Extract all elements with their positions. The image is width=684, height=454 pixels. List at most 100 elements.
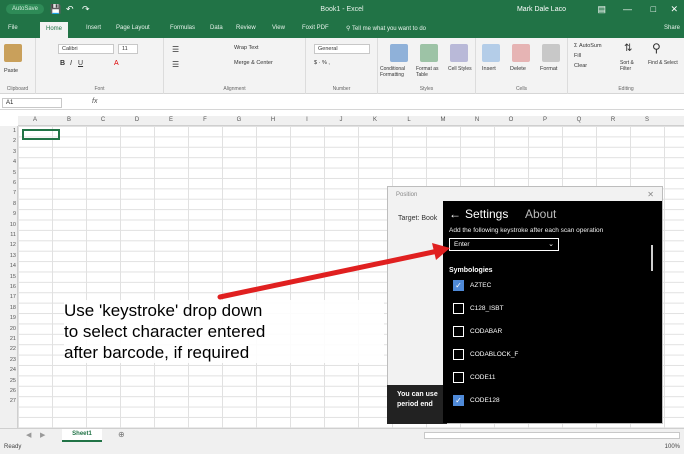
row-header[interactable]: 3 <box>0 149 16 155</box>
row-header[interactable]: 14 <box>0 263 16 269</box>
find-icon[interactable]: ⚲ <box>652 41 661 55</box>
fx-icon[interactable]: fx <box>92 98 97 105</box>
column-header[interactable]: S <box>630 117 664 123</box>
symbology-checkbox[interactable] <box>453 302 464 314</box>
tab-settings[interactable]: Settings <box>465 207 508 221</box>
row-header[interactable]: 6 <box>0 180 16 186</box>
sort-icon[interactable]: ⇅ <box>624 43 632 54</box>
sheet-nav-right-icon[interactable]: ▶ <box>40 431 45 439</box>
align-top-icon[interactable]: ☰ <box>172 45 179 54</box>
column-header[interactable]: I <box>290 117 324 123</box>
close-icon[interactable]: ✕ <box>670 4 678 15</box>
row-header[interactable]: 4 <box>0 159 16 165</box>
minimize-icon[interactable]: — <box>623 4 632 14</box>
column-header[interactable]: E <box>154 117 188 123</box>
share-button[interactable]: Share <box>664 25 680 31</box>
tab-formulas[interactable]: Formulas <box>170 25 195 31</box>
symbology-checkbox[interactable]: ✓ <box>453 279 464 291</box>
tab-home[interactable]: Home <box>40 22 69 38</box>
row-header[interactable]: 5 <box>0 170 16 176</box>
tab-data[interactable]: Data <box>210 25 223 31</box>
row-header[interactable]: 26 <box>0 388 16 394</box>
user-name[interactable]: Mark Dale Laco <box>517 6 566 13</box>
row-header[interactable]: 2 <box>0 138 16 144</box>
sheet-tab-sheet1[interactable]: Sheet1 <box>62 429 102 442</box>
tab-about[interactable]: About <box>525 207 556 221</box>
symbology-checkbox[interactable] <box>453 371 464 383</box>
symbology-item[interactable]: ✓ AZTEC <box>453 279 491 291</box>
fill-button[interactable]: Fill <box>574 53 581 59</box>
column-header[interactable]: L <box>392 117 426 123</box>
row-header[interactable]: 22 <box>0 346 16 352</box>
row-header[interactable]: 27 <box>0 398 16 404</box>
delete-cells-icon[interactable] <box>512 44 530 62</box>
bold-icon[interactable]: B <box>60 60 65 67</box>
column-header[interactable]: M <box>426 117 460 123</box>
symbology-checkbox[interactable]: ✓ <box>453 394 464 406</box>
row-header[interactable]: 15 <box>0 274 16 280</box>
row-header[interactable]: 20 <box>0 326 16 332</box>
row-header[interactable]: 24 <box>0 367 16 373</box>
symbology-item[interactable]: CODABAR <box>453 325 502 337</box>
horizontal-scrollbar[interactable] <box>424 432 680 439</box>
clear-button[interactable]: Clear <box>574 63 587 69</box>
column-header[interactable]: D <box>120 117 154 123</box>
format-as-table-icon[interactable] <box>420 44 438 62</box>
sheet-nav-left-icon[interactable]: ◀ <box>26 431 31 439</box>
wrap-text-button[interactable]: Wrap Text <box>234 45 259 51</box>
back-arrow-icon[interactable]: ← <box>449 207 461 221</box>
symbology-checkbox[interactable] <box>453 348 464 360</box>
add-sheet-icon[interactable]: ⊕ <box>118 430 125 439</box>
dialog-close-icon[interactable]: ✕ <box>647 190 654 199</box>
column-header[interactable]: F <box>188 117 222 123</box>
row-header[interactable]: 21 <box>0 336 16 342</box>
column-header[interactable]: N <box>460 117 494 123</box>
column-header[interactable]: A <box>18 117 52 123</box>
tab-insert[interactable]: Insert <box>86 25 101 31</box>
row-header[interactable]: 13 <box>0 253 16 259</box>
align-left-icon[interactable]: ☰ <box>172 60 179 69</box>
keystroke-dropdown[interactable]: Enter ⌄ <box>449 238 559 251</box>
italic-icon[interactable]: I <box>70 60 72 67</box>
maximize-icon[interactable]: □ <box>651 4 656 14</box>
panel-scrollbar[interactable] <box>651 245 653 271</box>
column-header[interactable]: R <box>596 117 630 123</box>
font-name-select[interactable]: Calibri <box>58 44 114 54</box>
ribbon-display-icon[interactable]: ▤ <box>597 4 606 15</box>
tab-file[interactable]: File <box>8 25 18 31</box>
symbology-checkbox[interactable] <box>453 325 464 337</box>
column-header[interactable]: G <box>222 117 256 123</box>
font-color-icon[interactable]: A <box>114 60 119 67</box>
column-header[interactable]: O <box>494 117 528 123</box>
tab-foxit-pdf[interactable]: Foxit PDF <box>302 25 329 31</box>
tell-me-search[interactable]: ⚲ Tell me what you want to do <box>346 25 426 32</box>
row-header[interactable]: 10 <box>0 222 16 228</box>
row-header[interactable]: 23 <box>0 357 16 363</box>
symbology-item[interactable]: CODABLOCK_F <box>453 348 518 360</box>
zoom-level[interactable]: 100% <box>665 444 680 450</box>
symbology-item[interactable]: CODE11 <box>453 371 496 383</box>
tab-page-layout[interactable]: Page Layout <box>116 25 150 31</box>
row-header[interactable]: 1 <box>0 128 16 134</box>
row-header[interactable]: 8 <box>0 201 16 207</box>
underline-icon[interactable]: U <box>78 60 83 67</box>
name-box[interactable]: A1 <box>2 98 62 108</box>
row-header[interactable]: 7 <box>0 190 16 196</box>
column-header[interactable]: C <box>86 117 120 123</box>
row-header[interactable]: 25 <box>0 378 16 384</box>
autosum-button[interactable]: Σ AutoSum <box>574 43 602 49</box>
tab-view[interactable]: View <box>272 25 285 31</box>
row-header[interactable]: 16 <box>0 284 16 290</box>
merge-center-button[interactable]: Merge & Center <box>234 60 273 66</box>
cell-styles-icon[interactable] <box>450 44 468 62</box>
paste-icon[interactable] <box>4 44 22 62</box>
conditional-formatting-icon[interactable] <box>390 44 408 62</box>
column-header[interactable]: B <box>52 117 86 123</box>
row-header[interactable]: 12 <box>0 242 16 248</box>
column-header[interactable]: P <box>528 117 562 123</box>
number-format-select[interactable]: General <box>314 44 370 54</box>
column-header[interactable]: H <box>256 117 290 123</box>
format-cells-icon[interactable] <box>542 44 560 62</box>
column-header[interactable]: K <box>358 117 392 123</box>
insert-cells-icon[interactable] <box>482 44 500 62</box>
